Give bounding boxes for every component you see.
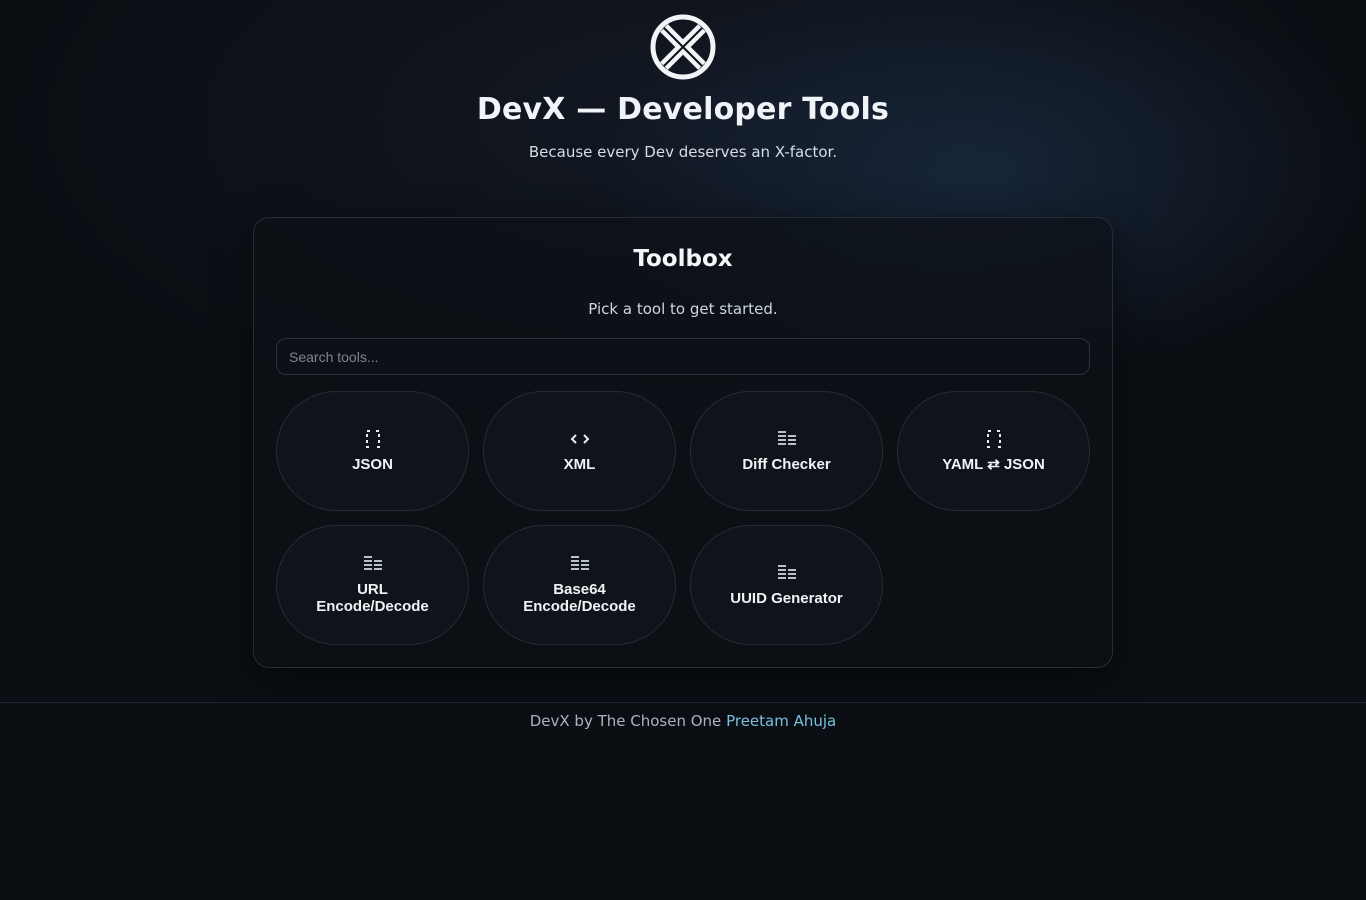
page: DevX — Developer Tools Because every Dev… [0, 0, 1366, 900]
tool-url-encode-button[interactable]: URL Encode/Decode [276, 525, 469, 645]
site-header: DevX — Developer Tools Because every Dev… [0, 14, 1366, 161]
tool-uuid-generator-button[interactable]: UUID Generator [690, 525, 883, 645]
tool-label: Diff Checker [742, 455, 831, 473]
list-icon [777, 564, 797, 582]
site-footer: DevX by The Chosen One Preetam Ahuja [0, 712, 1366, 730]
toolbox-title: Toolbox [633, 246, 733, 272]
search-input[interactable] [276, 338, 1090, 375]
toolbox-panel: Toolbox Pick a tool to get started. JSON… [253, 217, 1113, 668]
code-brackets-icon [570, 430, 590, 448]
tagline: Because every Dev deserves an X-factor. [528, 143, 838, 161]
tool-diff-checker-button[interactable]: Diff Checker [690, 391, 883, 511]
toolbox-subtitle: Pick a tool to get started. [588, 300, 778, 318]
tool-label: UUID Generator [730, 589, 843, 607]
list-icon [777, 430, 797, 448]
tool-label: JSON [352, 455, 393, 473]
tool-xml-button[interactable]: XML [483, 391, 676, 511]
braces-icon [984, 429, 1004, 448]
tool-grid: JSON XML Diff Checker YAML ⇄ JSON URL En… [276, 391, 1090, 645]
list-icon [570, 555, 590, 573]
tool-label: Base64 Encode/Decode [523, 581, 636, 615]
tool-label: URL Encode/Decode [316, 581, 429, 615]
author-link[interactable]: Preetam Ahuja [726, 712, 836, 730]
tool-json-button[interactable]: JSON [276, 391, 469, 511]
page-title: DevX — Developer Tools [476, 92, 890, 127]
footer-divider [0, 702, 1366, 703]
x-circle-icon [650, 14, 716, 80]
tool-label: YAML ⇄ JSON [942, 455, 1045, 473]
tool-label: XML [563, 455, 596, 473]
list-icon [363, 555, 383, 573]
tool-base64-button[interactable]: Base64 Encode/Decode [483, 525, 676, 645]
tool-yaml-json-button[interactable]: YAML ⇄ JSON [897, 391, 1090, 511]
braces-icon [363, 429, 383, 448]
footer-text: DevX by The Chosen One [529, 712, 722, 730]
